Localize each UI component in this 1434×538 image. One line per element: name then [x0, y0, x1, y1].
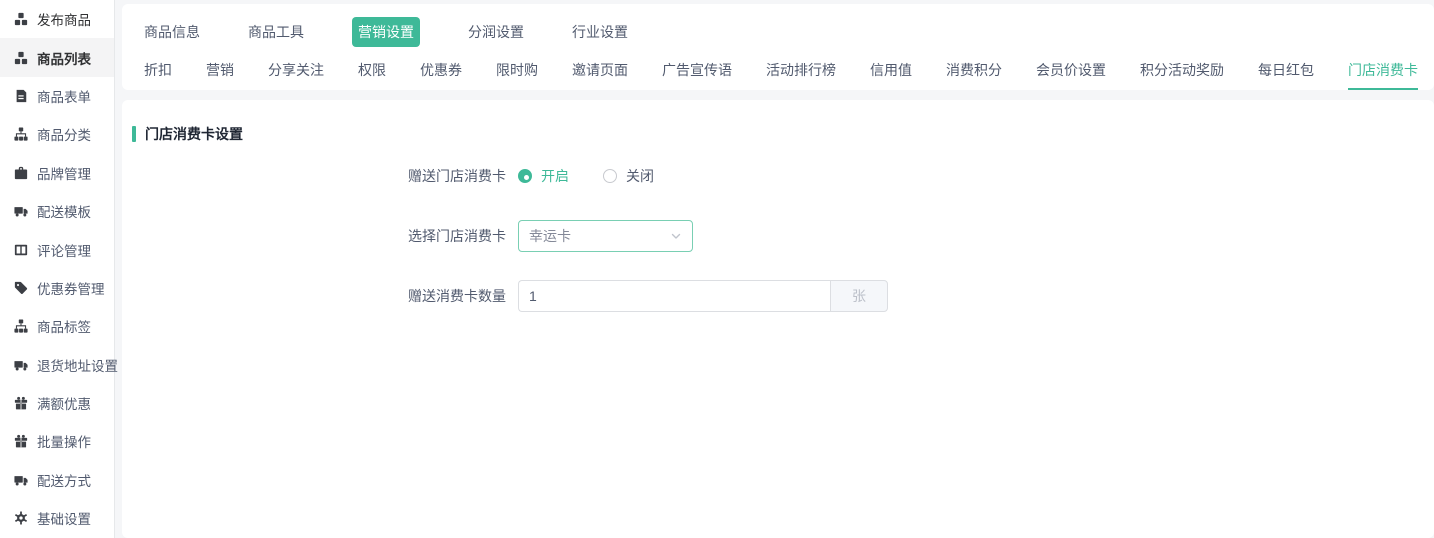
section-accent-bar	[132, 126, 136, 142]
subtab-广告宣传语[interactable]: 广告宣传语	[662, 50, 732, 90]
sidebar-item-label: 配送方式	[37, 470, 91, 490]
truck-icon	[13, 357, 28, 372]
sub-tabs: 折扣营销分享关注权限优惠券限时购邀请页面广告宣传语活动排行榜信用值消费积分会员价…	[122, 50, 1434, 90]
radio-checked-icon	[518, 169, 532, 183]
subtab-限时购[interactable]: 限时购	[496, 50, 538, 90]
sidebar-item-label: 商品表单	[37, 86, 91, 106]
section-title: 门店消费卡设置	[145, 124, 243, 144]
tab-商品信息[interactable]: 商品信息	[144, 22, 200, 42]
subtab-信用值[interactable]: 信用值	[870, 50, 912, 90]
radio-unchecked-icon	[603, 169, 617, 183]
sidebar: 发布商品商品列表商品表单商品分类品牌管理配送模板评论管理优惠券管理商品标签退货地…	[0, 0, 115, 538]
store-card-form: 赠送门店消费卡 开启 关闭 选择门店消费卡 幸运卡	[122, 160, 1434, 312]
sidebar-item-label: 商品标签	[37, 316, 91, 336]
store-card-select[interactable]: 幸运卡	[518, 220, 693, 252]
subtab-营销[interactable]: 营销	[206, 50, 234, 90]
sidebar-item-label: 退货地址设置	[37, 355, 118, 375]
sidebar-item-label: 批量操作	[37, 431, 91, 451]
sidebar-item-商品列表[interactable]: 商品列表	[0, 38, 114, 76]
quantity-input[interactable]	[518, 280, 830, 312]
sidebar-item-品牌管理[interactable]: 品牌管理	[0, 154, 114, 192]
sidebar-item-label: 评论管理	[37, 240, 91, 260]
truck-icon	[13, 472, 28, 487]
sidebar-item-label: 满额优惠	[37, 393, 91, 413]
subtab-门店消费卡[interactable]: 门店消费卡	[1348, 50, 1418, 90]
briefcase-icon	[13, 165, 28, 180]
columns-icon	[13, 242, 28, 257]
sidebar-item-满额优惠[interactable]: 满额优惠	[0, 384, 114, 422]
sidebar-item-退货地址设置[interactable]: 退货地址设置	[0, 346, 114, 384]
sitemap-icon	[13, 127, 28, 142]
tab-行业设置[interactable]: 行业设置	[572, 22, 628, 42]
main-area: 商品信息 商品工具 营销设置 分润设置 行业设置 折扣营销分享关注权限优惠券限时购邀请页…	[122, 0, 1434, 538]
sidebar-item-商品表单[interactable]: 商品表单	[0, 77, 114, 115]
sidebar-item-发布商品[interactable]: 发布商品	[0, 0, 114, 38]
tab-营销设置[interactable]: 营销设置	[352, 17, 420, 47]
radio-option-on[interactable]: 开启	[518, 166, 569, 186]
cubes-icon	[13, 12, 28, 27]
subtab-活动排行榜[interactable]: 活动排行榜	[766, 50, 836, 90]
sidebar-item-配送模板[interactable]: 配送模板	[0, 192, 114, 230]
subtab-消费积分[interactable]: 消费积分	[946, 50, 1002, 90]
main-tabs: 商品信息 商品工具 营销设置 分润设置 行业设置	[122, 14, 1434, 50]
store-card-select-value: 幸运卡	[529, 226, 571, 246]
gear-icon	[13, 511, 28, 526]
gift-switch-radio-group: 开启 关闭	[518, 166, 654, 186]
subtab-分享关注[interactable]: 分享关注	[268, 50, 324, 90]
sidebar-item-label: 发布商品	[37, 9, 91, 29]
sidebar-item-label: 商品分类	[37, 124, 91, 144]
sidebar-item-批量操作[interactable]: 批量操作	[0, 422, 114, 460]
sidebar-item-label: 配送模板	[37, 201, 91, 221]
truck-icon	[13, 204, 28, 219]
radio-on-label: 开启	[541, 166, 569, 186]
subtab-积分活动奖励[interactable]: 积分活动奖励	[1140, 50, 1224, 90]
sidebar-item-优惠券管理[interactable]: 优惠券管理	[0, 269, 114, 307]
tab-分润设置[interactable]: 分润设置	[468, 22, 524, 42]
subtab-优惠券[interactable]: 优惠券	[420, 50, 462, 90]
tab-商品工具[interactable]: 商品工具	[248, 22, 304, 42]
tabs-card: 商品信息 商品工具 营销设置 分润设置 行业设置 折扣营销分享关注权限优惠券限时购邀请页…	[122, 4, 1434, 90]
sidebar-item-商品分类[interactable]: 商品分类	[0, 115, 114, 153]
subtab-会员价设置[interactable]: 会员价设置	[1036, 50, 1106, 90]
content-card: 门店消费卡设置 赠送门店消费卡 开启 关闭 选择门店消费卡	[122, 100, 1434, 538]
sidebar-item-label: 基础设置	[37, 508, 91, 528]
subtab-每日红包[interactable]: 每日红包	[1258, 50, 1314, 90]
gift-icon	[13, 434, 28, 449]
quantity-unit: 张	[830, 280, 888, 312]
form-row-quantity: 赠送消费卡数量 张	[122, 280, 1434, 312]
file-icon	[13, 88, 28, 103]
chevron-down-icon	[670, 230, 682, 242]
radio-option-off[interactable]: 关闭	[603, 166, 654, 186]
radio-off-label: 关闭	[626, 166, 654, 186]
tags-icon	[13, 280, 28, 295]
form-row-gift-switch: 赠送门店消费卡 开启 关闭	[122, 160, 1434, 192]
sidebar-item-label: 商品列表	[37, 48, 91, 68]
subtab-权限[interactable]: 权限	[358, 50, 386, 90]
subtab-折扣[interactable]: 折扣	[144, 50, 172, 90]
quantity-input-group: 张	[518, 280, 888, 312]
sidebar-item-基础设置[interactable]: 基础设置	[0, 499, 114, 537]
gift-switch-label: 赠送门店消费卡	[122, 166, 518, 186]
sitemap-icon	[13, 319, 28, 334]
sidebar-item-配送方式[interactable]: 配送方式	[0, 461, 114, 499]
section-header: 门店消费卡设置	[122, 124, 1434, 144]
subtab-邀请页面[interactable]: 邀请页面	[572, 50, 628, 90]
form-row-card-select: 选择门店消费卡 幸运卡	[122, 220, 1434, 252]
sidebar-item-label: 优惠券管理	[37, 278, 105, 298]
cubes-icon	[13, 50, 28, 65]
gift-icon	[13, 396, 28, 411]
sidebar-item-label: 品牌管理	[37, 163, 91, 183]
card-select-label: 选择门店消费卡	[122, 226, 518, 246]
quantity-label: 赠送消费卡数量	[122, 286, 518, 306]
sidebar-item-商品标签[interactable]: 商品标签	[0, 307, 114, 345]
sidebar-item-评论管理[interactable]: 评论管理	[0, 230, 114, 268]
